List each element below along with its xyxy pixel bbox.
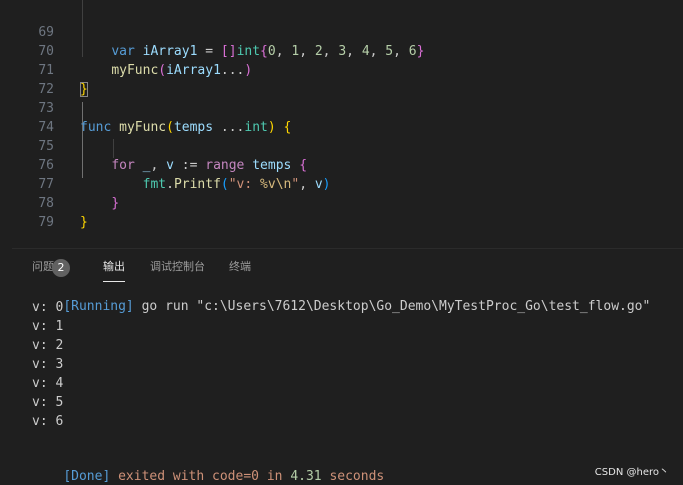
tab-debug-console[interactable]: 调试控制台: [150, 258, 205, 276]
output-panel[interactable]: [Running] go run "c:\Users\7612\Desktop\…: [0, 283, 683, 485]
code-line[interactable]: 72: [0, 61, 683, 97]
output-running-line: [Running] go run "c:\Users\7612\Desktop\…: [32, 283, 650, 335]
panel-tab-bar: 问题 输出 调试控制台 终端: [12, 249, 683, 283]
code-editor[interactable]: 69 var iArray1 = []int{0, 1, 2, 3, 4, 5,…: [0, 0, 683, 248]
watermark: CSDN @hero丶: [594, 467, 669, 478]
output-result-line: v: 3: [32, 357, 64, 372]
tab-label: 问题: [32, 260, 54, 273]
code-line[interactable]: 74: [0, 99, 683, 135]
code-line[interactable]: 79: [0, 194, 683, 230]
active-tab-indicator: [103, 281, 125, 282]
tab-terminal[interactable]: 终端: [229, 258, 251, 276]
tab-problems[interactable]: 问题: [32, 258, 54, 276]
output-result-line: v: 6: [32, 414, 64, 429]
code-line[interactable]: 73 func myFunc(temps ...int) {: [0, 80, 683, 135]
output-result-line: v: 4: [32, 376, 64, 391]
tab-label: 调试控制台: [150, 260, 205, 273]
running-command: go run "c:\Users\7612\Desktop\Go_Demo\My…: [133, 299, 651, 314]
done-tag: [Done]: [63, 469, 111, 484]
done-in-text: in: [259, 469, 291, 484]
seconds-text: seconds: [321, 469, 385, 484]
code-line[interactable]: 70 myFunc(iArray1...): [0, 23, 683, 78]
exit-code: code=0: [212, 469, 259, 484]
running-tag: [Running]: [63, 299, 134, 314]
code-line[interactable]: 76 fmt.Printf("v: %v\n", v): [0, 137, 683, 192]
code-line[interactable]: 71 }: [0, 42, 683, 97]
output-result-line: v: 5: [32, 395, 64, 410]
code-line[interactable]: 78 }: [0, 175, 683, 230]
tab-label: 终端: [229, 260, 251, 273]
output-result-line: v: 1: [32, 319, 64, 334]
tab-label: 输出: [103, 260, 125, 273]
line-number: 79: [38, 215, 54, 230]
tab-output[interactable]: 输出: [103, 258, 125, 282]
code-line[interactable]: 75 for _, v := range temps {: [0, 118, 683, 173]
code-line[interactable]: 69 var iArray1 = []int{0, 1, 2, 3, 4, 5,…: [0, 4, 683, 59]
elapsed-time: 4.31: [290, 469, 322, 484]
problems-count-badge: 2: [52, 259, 70, 277]
code-text: }: [80, 215, 88, 230]
output-done-line: [Done] exited with code=0 in 4.31 second…: [32, 448, 384, 485]
output-result-line: v: 0: [32, 300, 64, 315]
code-line[interactable]: 77 }: [0, 156, 683, 211]
output-result-line: v: 2: [32, 338, 64, 353]
done-text: exited with: [110, 469, 213, 484]
